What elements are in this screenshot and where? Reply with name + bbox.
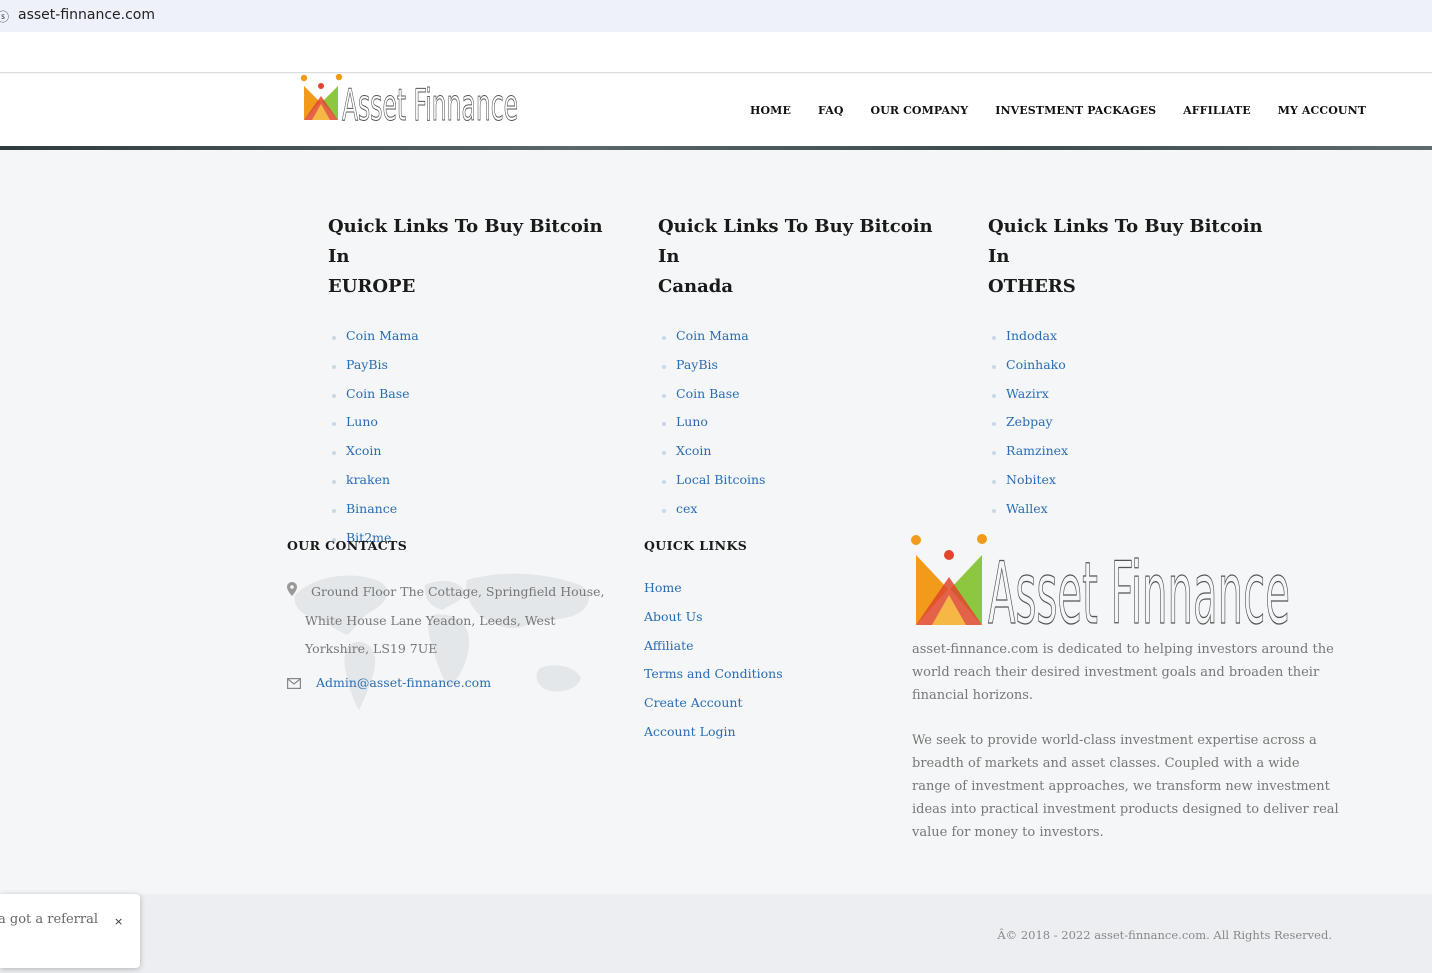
quick-links-list: Home About Us Affiliate Terms and Condit… xyxy=(644,580,783,753)
nav-home[interactable]: HOME xyxy=(750,104,791,117)
contact-address: Ground Floor The Cottage, Springfield Ho… xyxy=(305,584,605,657)
column-title: Quick Links To Buy Bitcoin In Canada xyxy=(658,216,933,297)
about-paragraph-1: asset-finnance.com is dedicated to helpi… xyxy=(912,642,1334,703)
main-nav: HOME FAQ OUR COMPANY INVESTMENT PACKAGES… xyxy=(750,104,1366,117)
nav-faq[interactable]: FAQ xyxy=(818,104,844,117)
about-text: asset-finnance.com is dedicated to helpi… xyxy=(912,638,1342,844)
list-item[interactable]: cex xyxy=(658,501,958,530)
list-item[interactable]: Wazirx xyxy=(988,386,1288,415)
logo-text: Asset Finnance xyxy=(342,80,518,124)
column-title: Quick Links To Buy Bitcoin In OTHERS xyxy=(988,216,1263,297)
list-item[interactable]: Luno xyxy=(658,414,958,443)
list-item[interactable]: Zebpay xyxy=(988,414,1288,443)
copyright-text: Â© 2018 - 2022 asset-finnance.com. All R… xyxy=(997,928,1332,942)
close-icon[interactable]: × xyxy=(114,915,123,928)
list-item[interactable]: Coin Mama xyxy=(328,328,628,357)
quick-link-about-us[interactable]: About Us xyxy=(644,609,783,638)
list-item[interactable]: Indodax xyxy=(988,328,1288,357)
toast-message: a got a referral xyxy=(0,912,99,927)
list-item[interactable]: kraken xyxy=(328,472,628,501)
contacts-heading: OUR CONTACTS xyxy=(287,538,408,553)
list-item[interactable]: Coin Mama xyxy=(658,328,958,357)
list-item[interactable]: Wallex xyxy=(988,501,1288,530)
quick-link-terms[interactable]: Terms and Conditions xyxy=(644,666,783,695)
quick-links-others: Quick Links To Buy Bitcoin In OTHERS Indo… xyxy=(988,212,1288,530)
nav-our-company[interactable]: OUR COMPANY xyxy=(871,104,969,117)
list-item[interactable]: Local Bitcoins xyxy=(658,472,958,501)
list-item[interactable]: Coin Base xyxy=(658,386,958,415)
nav-investment-packages[interactable]: INVESTMENT PACKAGES xyxy=(995,104,1156,117)
browser-url-bar[interactable]: ⓢ asset-finnance.com xyxy=(0,0,1432,32)
logo-mark-icon xyxy=(911,534,987,625)
quick-links-heading: QUICK LINKS xyxy=(644,538,748,553)
quick-links-canada: Quick Links To Buy Bitcoin In Canada Coin… xyxy=(658,212,958,530)
referral-toast: a got a referral × xyxy=(0,894,140,968)
quick-links-europe: Quick Links To Buy Bitcoin In EUROPE Coin… xyxy=(328,212,628,558)
list-item[interactable]: Binance xyxy=(328,501,628,530)
logo-text: Asset Finnance xyxy=(988,544,1290,628)
site-logo[interactable]: Asset Finnance xyxy=(300,74,522,124)
list-item[interactable]: Ramzinex xyxy=(988,443,1288,472)
quick-link-home[interactable]: Home xyxy=(644,580,783,609)
footer-logo: Asset Finnance xyxy=(911,534,1291,628)
quick-link-account-login[interactable]: Account Login xyxy=(644,724,783,753)
quick-link-affiliate[interactable]: Affiliate xyxy=(644,638,783,667)
map-pin-icon xyxy=(287,582,297,596)
list-item[interactable]: Xcoin xyxy=(658,443,958,472)
top-strip xyxy=(0,32,1432,73)
list-item[interactable]: PayBis xyxy=(658,357,958,386)
envelope-icon xyxy=(287,678,301,689)
list-item[interactable]: Coin Base xyxy=(328,386,628,415)
site-info-icon[interactable]: ⓢ xyxy=(0,8,9,25)
nav-my-account[interactable]: MY ACCOUNT xyxy=(1278,104,1366,117)
column-title: Quick Links To Buy Bitcoin In EUROPE xyxy=(328,216,603,297)
header-divider xyxy=(0,146,1432,150)
list-item[interactable]: PayBis xyxy=(328,357,628,386)
about-paragraph-2: We seek to provide world-class investmen… xyxy=(912,733,1339,840)
list-item[interactable]: Xcoin xyxy=(328,443,628,472)
quick-link-create-account[interactable]: Create Account xyxy=(644,695,783,724)
nav-affiliate[interactable]: AFFILIATE xyxy=(1183,104,1251,117)
logo-mark-icon xyxy=(300,74,343,120)
url-text[interactable]: asset-finnance.com xyxy=(18,7,155,23)
list-item[interactable]: Nobitex xyxy=(988,472,1288,501)
list-item[interactable]: Coinhako xyxy=(988,357,1288,386)
contact-email-link[interactable]: Admin@asset-finnance.com xyxy=(316,675,491,690)
list-item[interactable]: Luno xyxy=(328,414,628,443)
site-footer: Â© 2018 - 2022 asset-finnance.com. All R… xyxy=(0,894,1432,973)
